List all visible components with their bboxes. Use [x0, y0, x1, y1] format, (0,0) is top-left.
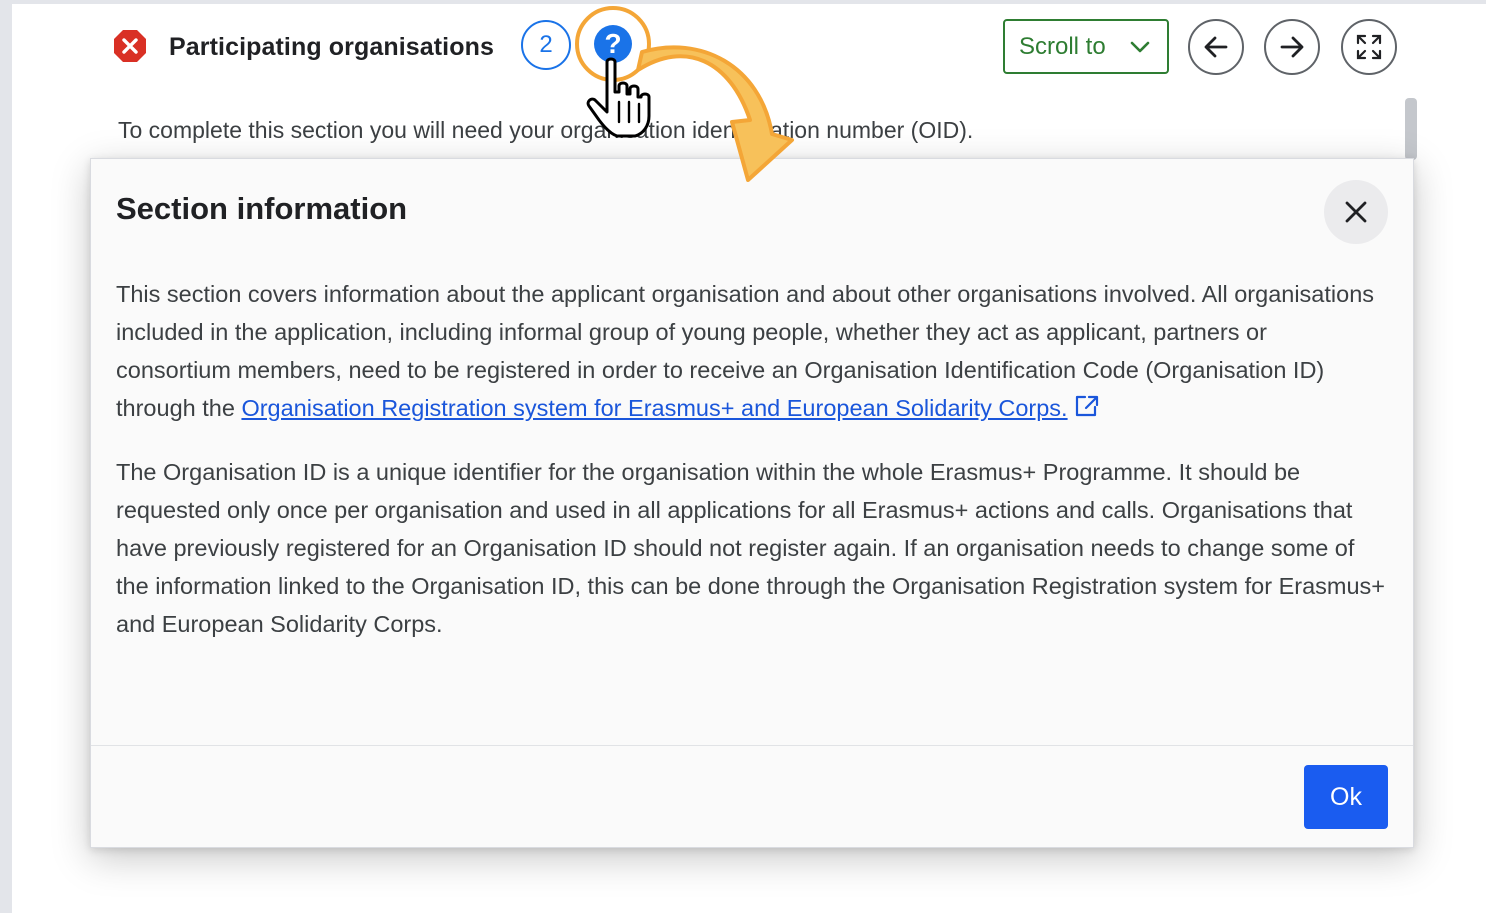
dialog-title: Section information — [116, 191, 408, 226]
hand-pointer-icon — [586, 57, 651, 138]
window-frame-left — [0, 0, 12, 913]
next-section-button[interactable] — [1264, 19, 1320, 75]
ok-button[interactable]: Ok — [1304, 765, 1388, 829]
count-badge[interactable]: 2 — [521, 20, 571, 70]
expand-button[interactable] — [1341, 19, 1397, 75]
dialog-footer-divider — [91, 745, 1413, 746]
close-icon — [1345, 201, 1367, 223]
scroll-to-label: Scroll to — [1019, 32, 1106, 60]
section-title: Participating organisations — [169, 33, 494, 61]
page: Participating organisations 2 ? Scroll t… — [0, 0, 1486, 913]
error-x-icon — [114, 30, 146, 62]
external-link-icon[interactable] — [1074, 394, 1100, 418]
arrow-left-icon — [1204, 36, 1228, 58]
link-text: Organisation Registration system for Era… — [241, 395, 1068, 421]
chevron-down-icon — [1130, 41, 1150, 53]
organisation-registration-link[interactable]: Organisation Registration system for Era… — [241, 395, 1067, 421]
expand-icon — [1356, 34, 1382, 60]
scrollbar-thumb[interactable] — [1405, 98, 1417, 160]
dialog-paragraph-1: This section covers information about th… — [116, 275, 1386, 427]
scroll-to-dropdown[interactable]: Scroll to — [1003, 19, 1169, 74]
arrow-right-icon — [1280, 36, 1304, 58]
section-information-dialog: Section information This section covers … — [90, 158, 1414, 848]
close-dialog-button[interactable] — [1324, 180, 1388, 244]
section-instruction-text: To complete this section you will need y… — [118, 117, 974, 143]
dialog-body: This section covers information about th… — [116, 275, 1386, 643]
previous-section-button[interactable] — [1188, 19, 1244, 75]
dialog-paragraph-2: The Organisation ID is a unique identifi… — [116, 459, 1386, 637]
